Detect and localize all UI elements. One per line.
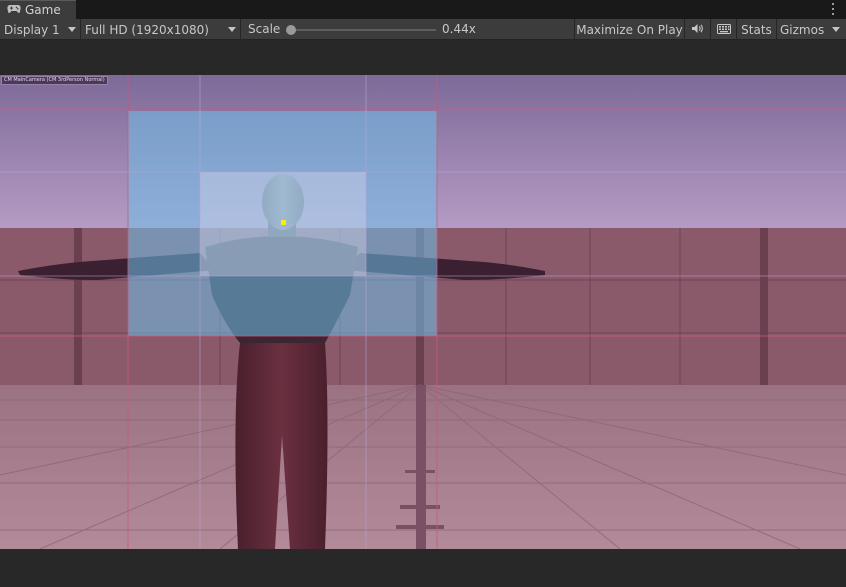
gizmos-dropdown[interactable]: Gizmos <box>776 19 846 40</box>
mute-audio-button[interactable] <box>684 19 710 40</box>
chevron-down-icon[interactable] <box>832 27 840 32</box>
gamepad-icon <box>7 3 21 17</box>
viewport-letterbox-bottom <box>0 549 846 587</box>
maximize-on-play-label: Maximize On Play <box>576 22 683 37</box>
scale-slider-thumb[interactable] <box>286 25 296 35</box>
maximize-on-play-button[interactable]: Maximize On Play <box>574 19 684 40</box>
display-dropdown[interactable]: Display 1 <box>0 19 81 40</box>
tab-bar: Game <box>0 0 846 19</box>
scale-slider-track[interactable] <box>291 29 436 31</box>
chevron-down-icon <box>68 27 76 32</box>
gizmos-label: Gizmos <box>780 22 825 37</box>
game-viewport[interactable]: CM MainCamera (CM 3rdPerson Normal) <box>0 75 846 549</box>
scale-label: Scale <box>248 22 281 36</box>
more-options-icon[interactable] <box>828 2 838 16</box>
speaker-icon <box>691 23 704 37</box>
keyboard-icon <box>716 23 731 37</box>
stats-button[interactable]: Stats <box>736 19 776 40</box>
chevron-down-icon <box>228 27 236 32</box>
scale-value: 0.44x <box>442 22 476 36</box>
tab-label: Game <box>25 3 61 17</box>
target-point <box>281 220 286 225</box>
display-dropdown-label: Display 1 <box>4 22 60 37</box>
game-render <box>0 75 846 549</box>
resolution-dropdown[interactable]: Full HD (1920x1080) <box>81 19 241 40</box>
camera-label: CM MainCamera (CM 3rdPerson Normal) <box>1 76 108 85</box>
stats-label: Stats <box>741 22 772 37</box>
keyboard-shortcuts-button[interactable] <box>710 19 736 40</box>
tab-game[interactable]: Game <box>0 0 76 19</box>
resolution-dropdown-label: Full HD (1920x1080) <box>85 22 209 37</box>
